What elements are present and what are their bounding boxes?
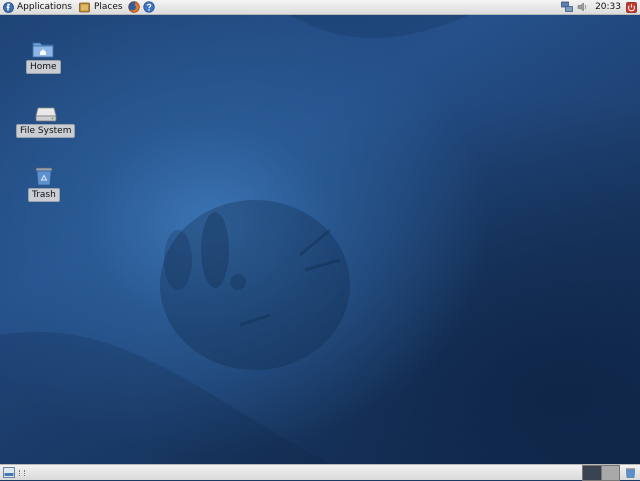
- clock[interactable]: 20:33: [595, 2, 621, 12]
- desktop[interactable]: Home File System Trash: [0, 15, 640, 464]
- home-folder-icon: [31, 36, 55, 58]
- desktop-icon-label: Trash: [28, 188, 60, 202]
- shutdown-icon[interactable]: [625, 1, 637, 13]
- desktop-icon-home[interactable]: Home: [26, 36, 61, 74]
- trash-applet-icon[interactable]: [625, 467, 636, 478]
- volume-icon[interactable]: [577, 1, 589, 13]
- workspace-1[interactable]: [583, 465, 601, 480]
- fedora-logo-icon: [2, 1, 14, 13]
- places-folder-icon: [79, 1, 91, 13]
- network-icon[interactable]: [561, 1, 573, 13]
- system-tray: 20:33: [557, 0, 640, 15]
- drive-icon: [34, 100, 58, 122]
- places-label: Places: [93, 2, 123, 12]
- desktop-icon-trash[interactable]: Trash: [28, 164, 60, 202]
- panel-drag-handle[interactable]: [19, 469, 25, 476]
- applications-label: Applications: [17, 2, 72, 12]
- applications-menu[interactable]: Applications: [0, 0, 74, 15]
- firefox-launcher-icon[interactable]: [127, 1, 140, 13]
- show-desktop-icon[interactable]: [3, 467, 15, 478]
- desktop-icon-file-system[interactable]: File System: [16, 100, 76, 138]
- desktop-icon-label: Home: [26, 60, 61, 74]
- places-menu[interactable]: Places: [77, 0, 125, 15]
- workspace-switcher: [582, 464, 620, 481]
- workspace-2[interactable]: [601, 465, 619, 480]
- trash-icon: [32, 164, 56, 186]
- top-panel: Applications Places 20:33: [0, 0, 640, 15]
- desktop-icon-label: File System: [16, 124, 76, 138]
- wallpaper-watermark: [0, 15, 470, 464]
- help-icon[interactable]: [142, 1, 155, 13]
- bottom-panel: [0, 464, 640, 481]
